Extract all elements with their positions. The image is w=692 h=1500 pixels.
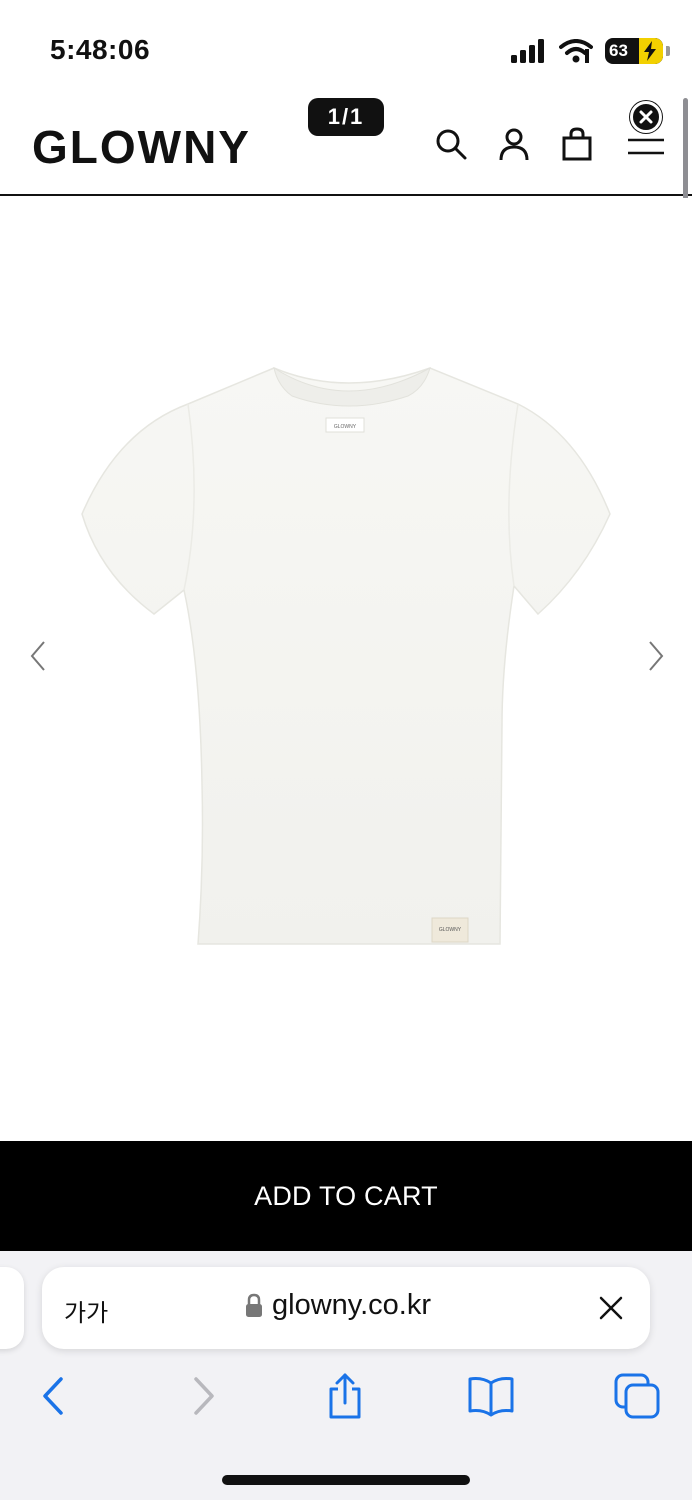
chevron-right-icon[interactable] (640, 638, 670, 674)
site-header: GLOWNY 1/1 (0, 90, 692, 196)
chevron-left-icon[interactable] (24, 638, 54, 674)
close-icon[interactable] (630, 101, 662, 133)
shopping-bag-icon[interactable] (559, 126, 595, 162)
lock-icon (246, 1293, 262, 1317)
hem-label: GLOWNY (439, 927, 462, 933)
neck-label: GLOWNY (334, 424, 357, 430)
bookmarks-icon[interactable] (466, 1371, 516, 1421)
status-indicators: 63 (511, 38, 670, 64)
url-text: glowny.co.kr (272, 1289, 432, 1321)
battery-level: 63 (609, 41, 628, 60)
url-display[interactable]: glowny.co.kr (244, 1289, 431, 1322)
previous-tab-edge[interactable] (0, 1267, 24, 1349)
add-to-cart-button[interactable]: ADD TO CART (0, 1141, 692, 1251)
home-indicator (222, 1475, 470, 1485)
cellular-signal-icon (511, 39, 544, 63)
search-icon[interactable] (433, 126, 469, 162)
back-icon[interactable] (29, 1371, 79, 1421)
forward-icon[interactable] (178, 1371, 228, 1421)
charging-bolt-icon (644, 41, 656, 61)
brand-logo[interactable]: GLOWNY (32, 120, 251, 174)
tabs-icon[interactable] (612, 1371, 662, 1421)
add-to-cart-label: ADD TO CART (254, 1180, 438, 1211)
share-icon[interactable] (320, 1371, 370, 1421)
status-time: 5:48:06 (50, 34, 151, 65)
wifi-icon (559, 39, 593, 63)
address-bar[interactable]: 가가 glowny.co.kr (42, 1267, 650, 1349)
product-image[interactable]: GLOWNY GLOWNY (78, 364, 614, 954)
text-size-button[interactable]: 가가 (64, 1293, 108, 1328)
browser-chrome: 가가 glowny.co.kr (0, 1251, 692, 1500)
stop-loading-close-icon[interactable] (596, 1293, 626, 1323)
account-icon[interactable] (496, 126, 532, 162)
battery-icon: 63 (605, 38, 670, 64)
page-counter: 1/1 (308, 98, 384, 136)
browser-toolbar (0, 1371, 692, 1431)
product-gallery[interactable]: GLOWNY GLOWNY (0, 198, 692, 1140)
status-bar: 5:48:06 63 (0, 0, 692, 90)
